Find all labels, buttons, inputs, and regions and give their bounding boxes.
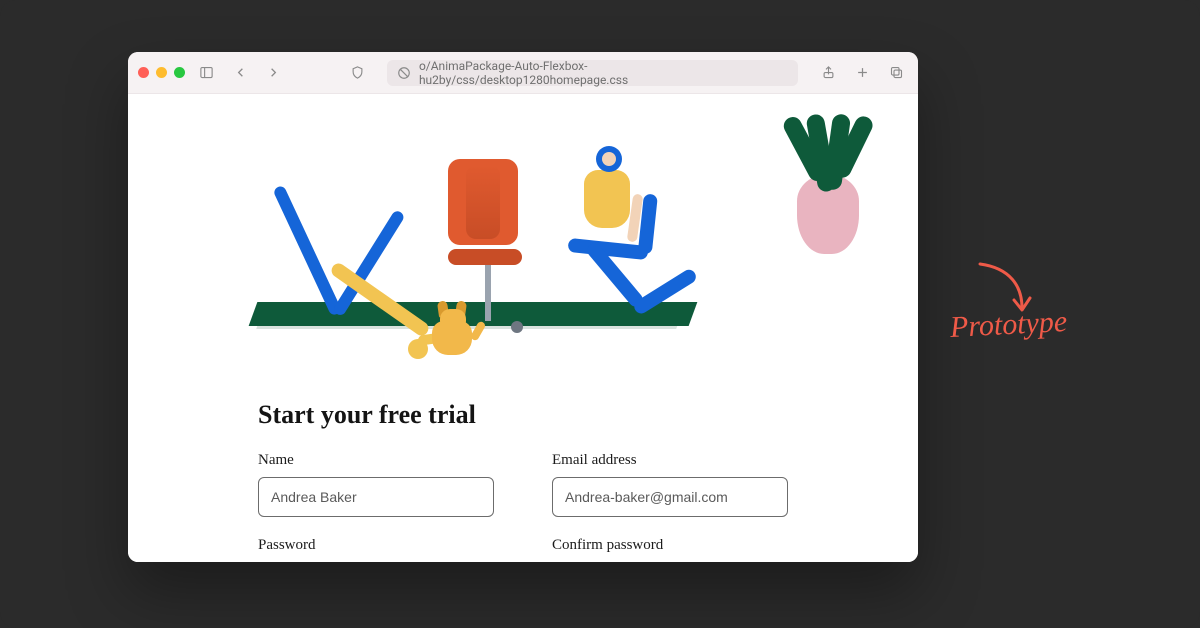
annotation: Prototype — [950, 258, 1130, 342]
yoga-person-right-illustration — [548, 146, 630, 228]
form-title: Start your free trial — [258, 400, 788, 430]
zoom-icon[interactable] — [174, 67, 185, 78]
canvas: o/AnimaPackage-Auto-Flexbox-hu2by/css/de… — [0, 0, 1200, 628]
confirm-password-label: Confirm password — [552, 537, 788, 554]
browser-toolbar: o/AnimaPackage-Auto-Flexbox-hu2by/css/de… — [128, 52, 918, 94]
email-input[interactable] — [552, 477, 788, 517]
annotation-label: Prototype — [949, 305, 1068, 345]
forward-button[interactable] — [262, 62, 285, 84]
name-input[interactable] — [258, 477, 494, 517]
plant-illustration — [788, 174, 868, 254]
email-label: Email address — [552, 452, 788, 469]
confirm-password-field: Confirm password — [552, 537, 788, 562]
share-icon[interactable] — [816, 62, 840, 84]
tabs-overview-icon[interactable] — [884, 62, 908, 84]
password-label: Password — [258, 537, 494, 554]
privacy-shield-icon[interactable] — [345, 62, 368, 84]
minimize-icon[interactable] — [156, 67, 167, 78]
close-icon[interactable] — [138, 67, 149, 78]
signup-form: Start your free trial Name Email address… — [128, 400, 918, 562]
name-field: Name — [258, 452, 494, 517]
page-content: Start your free trial Name Email address… — [128, 94, 918, 562]
back-button[interactable] — [228, 62, 251, 84]
name-label: Name — [258, 452, 494, 469]
window-controls[interactable] — [138, 67, 185, 78]
new-tab-icon[interactable] — [850, 62, 874, 84]
password-field: Password — [258, 537, 494, 562]
sidebar-toggle-icon[interactable] — [195, 62, 218, 84]
address-bar[interactable]: o/AnimaPackage-Auto-Flexbox-hu2by/css/de… — [387, 60, 798, 86]
hero-illustration — [128, 104, 918, 364]
email-field: Email address — [552, 452, 788, 517]
browser-window: o/AnimaPackage-Auto-Flexbox-hu2by/css/de… — [128, 52, 918, 562]
address-text: o/AnimaPackage-Auto-Flexbox-hu2by/css/de… — [419, 59, 788, 87]
lock-icon — [397, 66, 411, 80]
dog-illustration — [428, 309, 480, 355]
